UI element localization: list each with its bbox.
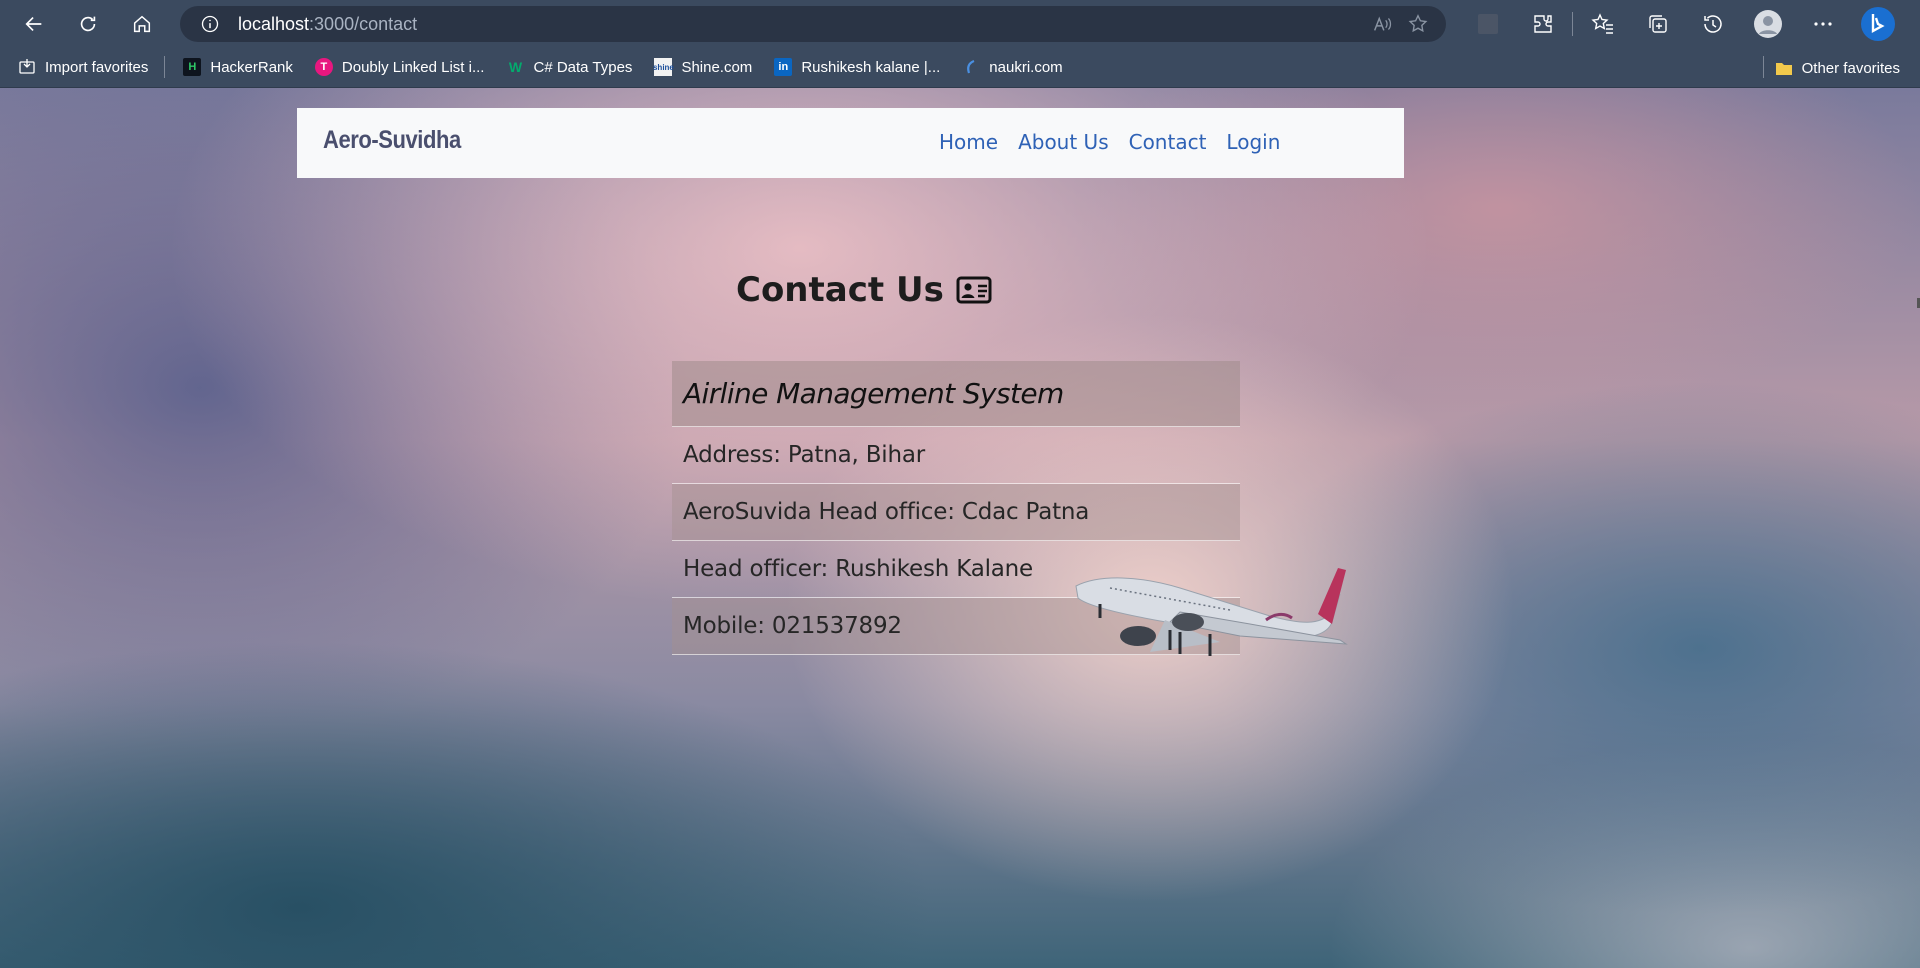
- back-arrow-icon: [25, 16, 42, 31]
- read-aloud-button[interactable]: [1364, 6, 1400, 42]
- nav-home[interactable]: Home: [939, 130, 998, 154]
- import-icon: [18, 58, 36, 76]
- history-icon: [1703, 14, 1722, 33]
- bookmark-label: C# Data Types: [533, 58, 633, 76]
- bookmark-doubly-linked-list[interactable]: T Doubly Linked List i...: [311, 52, 489, 82]
- nav-contact[interactable]: Contact: [1129, 130, 1207, 154]
- contact-card-icon: [956, 276, 992, 304]
- read-aloud-icon: [1373, 16, 1392, 31]
- collections-button[interactable]: [1630, 0, 1685, 47]
- url-host: localhost: [238, 13, 310, 34]
- bing-icon: [1860, 6, 1895, 41]
- brand-logo[interactable]: Aero-Suvidha: [323, 126, 461, 155]
- bookmark-naukri[interactable]: naukri.com: [958, 52, 1066, 82]
- list-item-head-office: AeroSuvida Head office: Cdac Patna: [672, 484, 1240, 541]
- bookmark-label: Doubly Linked List i...: [341, 58, 485, 76]
- more-menu-button[interactable]: [1795, 0, 1850, 47]
- url-text[interactable]: localhost:3000/contact: [238, 14, 417, 35]
- bookmarks-bar: Import favorites H HackerRank T Doubly L…: [0, 47, 1920, 88]
- list-item-address: Address: Patna, Bihar: [672, 427, 1240, 484]
- folder-icon: [1775, 59, 1793, 77]
- naukri-icon: [962, 58, 980, 76]
- add-favorite-button[interactable]: [1400, 6, 1436, 42]
- bing-button[interactable]: [1850, 0, 1905, 47]
- nav-links: Home About Us Contact Login: [939, 130, 1300, 154]
- collections-icon: [1648, 14, 1667, 33]
- list-header: Airline Management System: [672, 361, 1240, 427]
- extensions-button[interactable]: [1515, 0, 1570, 47]
- bookmark-label: Import favorites: [45, 58, 149, 76]
- shine-icon: shine: [653, 58, 674, 76]
- bookmark-import-favorites[interactable]: Import favorites: [14, 52, 152, 82]
- hackerrank-icon: H: [183, 58, 202, 76]
- profile-button[interactable]: [1740, 0, 1795, 47]
- avatar-icon: [1753, 9, 1782, 38]
- airplane-image: [1075, 568, 1348, 656]
- bookmark-linkedin[interactable]: in Rushikesh kalane |...: [770, 52, 944, 82]
- linkedin-icon: in: [774, 58, 793, 76]
- more-dots-icon: [1813, 21, 1832, 26]
- bookmarks-divider: [164, 56, 166, 78]
- nav-login[interactable]: Login: [1226, 130, 1280, 154]
- favorites-icon: [1590, 12, 1613, 34]
- toolbar-divider: [1572, 11, 1573, 36]
- star-add-icon: [1408, 14, 1428, 33]
- bookmark-label: Other favorites: [1801, 59, 1900, 77]
- doubly-icon: T: [314, 58, 333, 76]
- bookmark-label: naukri.com: [989, 58, 1063, 76]
- bookmarks-divider: [1763, 56, 1764, 78]
- url-path: :3000/contact: [309, 13, 418, 34]
- puzzle-icon: [1533, 14, 1552, 33]
- bookmark-label: Rushikesh kalane |...: [801, 58, 941, 76]
- history-button[interactable]: [1685, 0, 1740, 47]
- address-bar[interactable]: localhost:3000/contact: [180, 6, 1446, 42]
- home-icon: [133, 15, 151, 32]
- site-navbar: Aero-Suvidha Home About Us Contact Login: [297, 108, 1404, 178]
- browser-toolbar: localhost:3000/contact: [0, 0, 1920, 47]
- bookmark-csharp-data-types[interactable]: W C# Data Types: [502, 52, 636, 82]
- page-background: Aero-Suvidha Home About Us Contact Login…: [0, 88, 1920, 968]
- home-button[interactable]: [122, 4, 162, 44]
- bookmark-shine[interactable]: shine Shine.com: [650, 52, 756, 82]
- extension-slot-button[interactable]: [1460, 0, 1515, 47]
- bookmark-label: HackerRank: [210, 58, 293, 76]
- w-icon: W: [508, 59, 523, 75]
- site-info-icon[interactable]: [200, 14, 220, 34]
- favorites-button[interactable]: [1575, 0, 1630, 47]
- bookmark-label: Shine.com: [681, 58, 753, 76]
- contact-heading: Contact Us: [736, 270, 992, 310]
- refresh-icon: [80, 16, 96, 31]
- refresh-button[interactable]: [68, 4, 108, 44]
- back-button[interactable]: [14, 4, 54, 44]
- bookmark-other-favorites[interactable]: Other favorites: [1771, 53, 1904, 83]
- nav-about-us[interactable]: About Us: [1018, 130, 1109, 154]
- page-title: Contact Us: [736, 270, 944, 310]
- bookmark-hackerrank[interactable]: H HackerRank: [179, 52, 297, 82]
- extension-placeholder-icon: [1477, 13, 1498, 34]
